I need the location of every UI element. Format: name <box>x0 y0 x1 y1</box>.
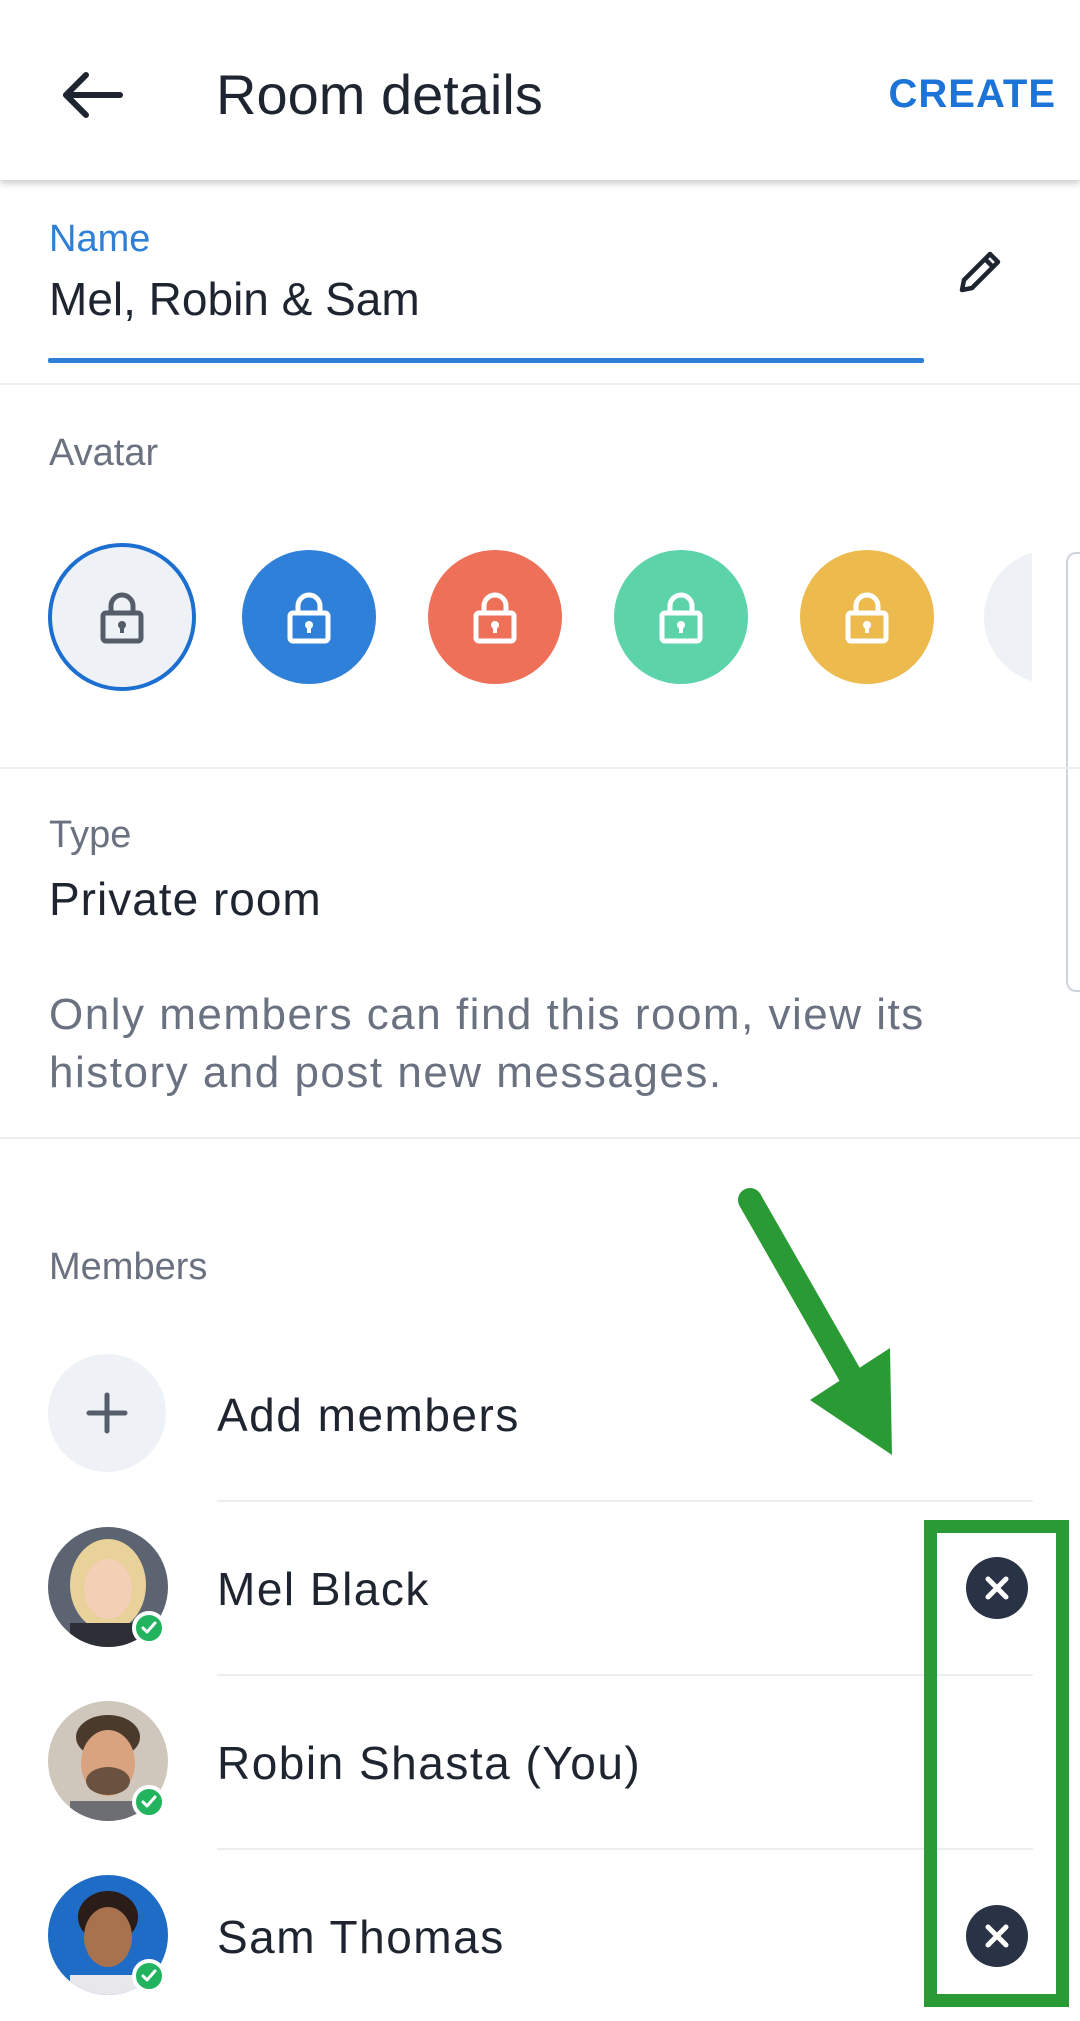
scrollbar[interactable] <box>1066 552 1080 992</box>
avatar-option-green[interactable] <box>614 550 748 684</box>
lock-icon <box>1019 585 1032 649</box>
app-bar: Room details CREATE <box>0 0 1080 180</box>
avatar <box>48 1701 168 1821</box>
avatar-option-default[interactable] <box>48 543 196 691</box>
back-button[interactable] <box>50 60 140 130</box>
divider <box>0 383 1080 385</box>
divider <box>0 1137 1080 1139</box>
name-field[interactable]: Mel, Robin & Sam <box>49 272 420 326</box>
add-members-label[interactable]: Add members <box>217 1388 520 1442</box>
member-name: Mel Black <box>217 1563 430 1615</box>
add-members-button[interactable] <box>48 1354 166 1472</box>
avatar <box>48 1875 168 1995</box>
page-title: Room details <box>216 63 543 126</box>
member-name: Robin Shasta (You) <box>217 1737 642 1789</box>
avatar-section-label: Avatar <box>49 432 159 474</box>
member-separator <box>217 1848 1033 1850</box>
member-separator <box>217 1500 1033 1502</box>
avatar-option-clip <box>984 543 1032 691</box>
arrow-left-icon <box>63 72 123 118</box>
avatar-option-blue[interactable] <box>242 550 376 684</box>
avatar-option-red[interactable] <box>428 550 562 684</box>
lock-icon <box>100 592 144 644</box>
avatar-option-dark[interactable] <box>984 550 1032 684</box>
annotation-arrow-icon <box>738 1188 892 1455</box>
members-section-label: Members <box>49 1246 208 1288</box>
name-field-label: Name <box>49 218 151 260</box>
room-type-value: Private room <box>49 873 322 925</box>
edit-name-button[interactable] <box>948 240 1012 304</box>
member-name: Sam Thomas <box>217 1911 505 1963</box>
lock-icon <box>659 592 703 644</box>
annotation-highlight-box <box>924 1520 1069 2007</box>
pencil-icon <box>959 251 1001 293</box>
divider <box>0 767 1080 769</box>
room-type-description: Only members can find this room, view it… <box>49 990 925 1097</box>
create-button[interactable]: CREATE <box>889 72 1056 117</box>
lock-icon <box>287 592 331 644</box>
lock-icon <box>845 592 889 644</box>
avatar <box>48 1527 168 1647</box>
member-separator <box>217 1674 1033 1676</box>
avatar-option-yellow[interactable] <box>800 550 934 684</box>
type-section-label: Type <box>49 814 132 856</box>
plus-icon <box>86 1392 128 1434</box>
lock-icon <box>473 592 517 644</box>
online-status-icon <box>132 1785 166 1819</box>
online-status-icon <box>132 1611 166 1645</box>
online-status-icon <box>132 1959 166 1993</box>
name-field-underline <box>48 358 924 363</box>
